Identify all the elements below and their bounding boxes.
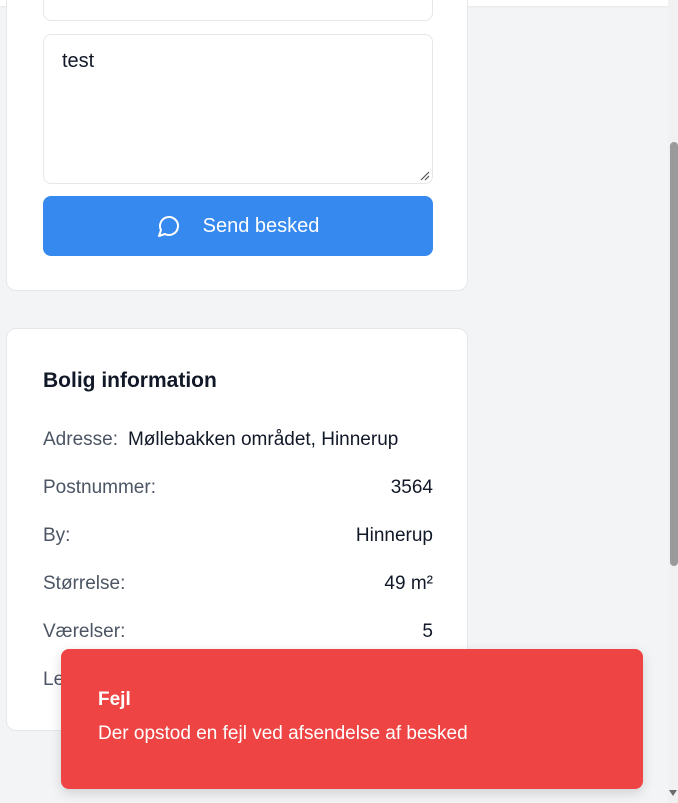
scroll-down-arrow-icon[interactable] <box>669 790 677 796</box>
info-row-address: Adresse: Møllebakken området, Hinnerup <box>43 427 433 453</box>
resize-handle-icon[interactable] <box>418 169 430 181</box>
info-label: By: <box>43 525 71 546</box>
info-value: Møllebakken området, Hinnerup <box>127 429 399 450</box>
info-value: 3564 <box>390 477 433 498</box>
info-label: Postnummer: <box>43 477 156 498</box>
page: test Send besked Bolig information Adres… <box>0 0 678 803</box>
send-message-button[interactable]: Send besked <box>43 196 433 256</box>
error-toast[interactable]: Fejl Der opstod en fejl ved afsendelse a… <box>61 649 643 789</box>
info-value: 49 m² <box>384 573 433 594</box>
property-info-title: Bolig information <box>43 369 217 392</box>
contact-card: test Send besked <box>6 0 468 291</box>
info-row-city: By: Hinnerup <box>43 523 433 549</box>
send-button-label: Send besked <box>202 214 320 237</box>
info-label: Værelser: <box>43 621 126 642</box>
chat-bubble-icon <box>157 216 179 237</box>
message-textarea[interactable]: test <box>43 34 433 184</box>
toast-title: Fejl <box>98 689 131 710</box>
toast-message: Der opstod en fejl ved afsendelse af bes… <box>98 723 468 744</box>
info-row-postal-code: Postnummer: 3564 <box>43 475 433 501</box>
info-row-size: Størrelse: 49 m² <box>43 571 433 597</box>
previous-input-field[interactable] <box>43 0 433 21</box>
scrollbar-thumb[interactable] <box>670 142 678 566</box>
info-value: 5 <box>422 621 433 642</box>
info-label: Adresse: <box>43 429 118 450</box>
info-value: Hinnerup <box>355 525 433 546</box>
info-row-rooms: Værelser: 5 <box>43 619 433 645</box>
info-label: Størrelse: <box>43 573 126 594</box>
